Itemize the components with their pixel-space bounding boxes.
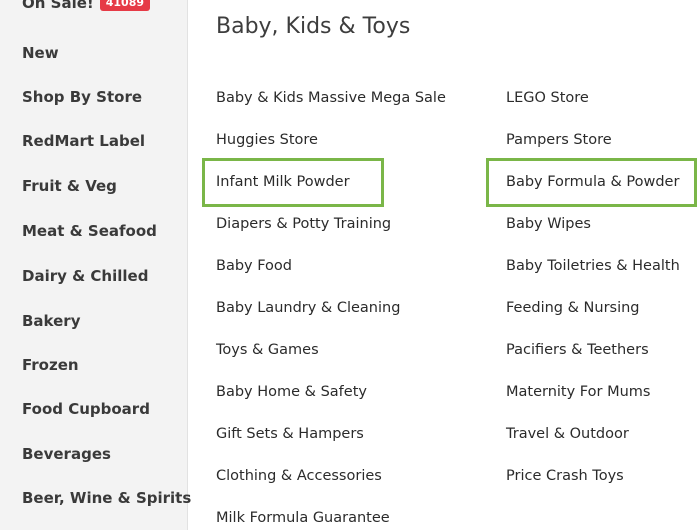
sidebar-item-label: On Sale! xyxy=(22,0,94,12)
category-link-gift-sets[interactable]: Gift Sets & Hampers xyxy=(216,426,364,442)
category-link-baby-home-safety[interactable]: Baby Home & Safety xyxy=(216,384,367,400)
category-link-baby-wipes[interactable]: Baby Wipes xyxy=(506,216,591,232)
sidebar-item-frozen[interactable]: Frozen xyxy=(22,356,79,374)
category-link-clothing[interactable]: Clothing & Accessories xyxy=(216,468,382,484)
category-link-lego-store[interactable]: LEGO Store xyxy=(506,90,589,106)
sidebar-item-redmart-label[interactable]: RedMart Label xyxy=(22,132,145,150)
sidebar-item-beer-wine-spirits[interactable]: Beer, Wine & Spirits xyxy=(22,489,191,507)
category-link-feeding-nursing[interactable]: Feeding & Nursing xyxy=(506,300,640,316)
category-link-toys-games[interactable]: Toys & Games xyxy=(216,342,319,358)
category-link-baby-formula-powder[interactable]: Baby Formula & Powder xyxy=(506,174,679,190)
category-link-baby-toiletries[interactable]: Baby Toiletries & Health xyxy=(506,258,680,274)
category-sidebar: On Sale! 41089 New Shop By Store RedMart … xyxy=(0,0,191,530)
category-link-mega-sale[interactable]: Baby & Kids Massive Mega Sale xyxy=(216,90,446,106)
category-link-milk-formula-guarantee[interactable]: Milk Formula Guarantee xyxy=(216,510,390,526)
category-link-pacifiers[interactable]: Pacifiers & Teethers xyxy=(506,342,649,358)
category-link-baby-laundry[interactable]: Baby Laundry & Cleaning xyxy=(216,300,400,316)
sidebar-item-shop-by-store[interactable]: Shop By Store xyxy=(22,88,142,106)
category-link-maternity[interactable]: Maternity For Mums xyxy=(506,384,650,400)
sidebar-item-bakery[interactable]: Bakery xyxy=(22,312,80,330)
category-link-diapers-potty[interactable]: Diapers & Potty Training xyxy=(216,216,391,232)
category-link-infant-milk-powder[interactable]: Infant Milk Powder xyxy=(216,174,350,190)
category-link-huggies-store[interactable]: Huggies Store xyxy=(216,132,318,148)
sidebar-item-dairy-chilled[interactable]: Dairy & Chilled xyxy=(22,267,148,285)
page-title: Baby, Kids & Toys xyxy=(216,14,411,39)
category-link-pampers-store[interactable]: Pampers Store xyxy=(506,132,612,148)
sidebar-item-beverages[interactable]: Beverages xyxy=(22,445,111,463)
sidebar-item-food-cupboard[interactable]: Food Cupboard xyxy=(22,400,150,418)
sidebar-item-fruit-veg[interactable]: Fruit & Veg xyxy=(22,177,117,195)
sidebar-item-meat-seafood[interactable]: Meat & Seafood xyxy=(22,222,157,240)
category-link-price-crash-toys[interactable]: Price Crash Toys xyxy=(506,468,624,484)
category-link-travel-outdoor[interactable]: Travel & Outdoor xyxy=(506,426,629,442)
sidebar-item-new[interactable]: New xyxy=(22,44,59,62)
sidebar-item-on-sale[interactable]: On Sale! 41089 xyxy=(22,0,151,12)
category-link-baby-food[interactable]: Baby Food xyxy=(216,258,292,274)
sale-count-badge: 41089 xyxy=(99,0,151,11)
